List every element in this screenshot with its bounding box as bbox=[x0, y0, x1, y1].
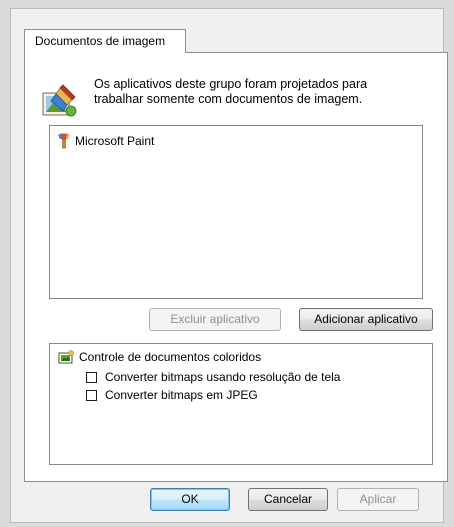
color-control-label: Controle de documentos coloridos bbox=[79, 350, 262, 364]
color-control-header: Controle de documentos coloridos bbox=[58, 350, 261, 364]
image-documents-icon bbox=[42, 84, 77, 117]
remove-application-button[interactable]: Excluir aplicativo bbox=[149, 308, 281, 331]
ok-button[interactable]: OK bbox=[150, 488, 230, 511]
option-row-jpeg[interactable]: Converter bitmaps em JPEG bbox=[86, 388, 258, 402]
description-line-1: Os aplicativos deste grupo foram projeta… bbox=[94, 77, 368, 91]
screen-resolution-checkbox[interactable] bbox=[86, 371, 97, 383]
application-list[interactable]: Microsoft Paint bbox=[49, 125, 423, 299]
color-document-icon bbox=[58, 350, 74, 364]
properties-dialog: Documentos de imagem Os aplicativos dest… bbox=[10, 8, 448, 523]
option-row-screen-resolution[interactable]: Converter bitmaps usando resolução de te… bbox=[86, 370, 340, 384]
add-application-button[interactable]: Adicionar aplicativo bbox=[299, 308, 433, 331]
description-line-2: trabalhar somente com documentos de imag… bbox=[94, 92, 363, 106]
apply-button[interactable]: Aplicar bbox=[337, 488, 419, 511]
cancel-button[interactable]: Cancelar bbox=[248, 488, 328, 511]
paint-brush-icon bbox=[58, 133, 70, 149]
app-label: Microsoft Paint bbox=[75, 134, 155, 148]
color-options-tree: Controle de documentos coloridos Convert… bbox=[49, 343, 433, 465]
tab-panel: Os aplicativos deste grupo foram projeta… bbox=[24, 52, 448, 482]
jpeg-label: Converter bitmaps em JPEG bbox=[105, 388, 258, 402]
group-description: Os aplicativos deste grupo foram projeta… bbox=[94, 77, 424, 107]
screen-resolution-label: Converter bitmaps usando resolução de te… bbox=[105, 370, 341, 384]
tab-documentos-de-imagem[interactable]: Documentos de imagem bbox=[24, 29, 186, 53]
jpeg-checkbox[interactable] bbox=[86, 389, 97, 401]
tab-label: Documentos de imagem bbox=[35, 34, 166, 48]
list-item[interactable]: Microsoft Paint bbox=[57, 133, 154, 149]
